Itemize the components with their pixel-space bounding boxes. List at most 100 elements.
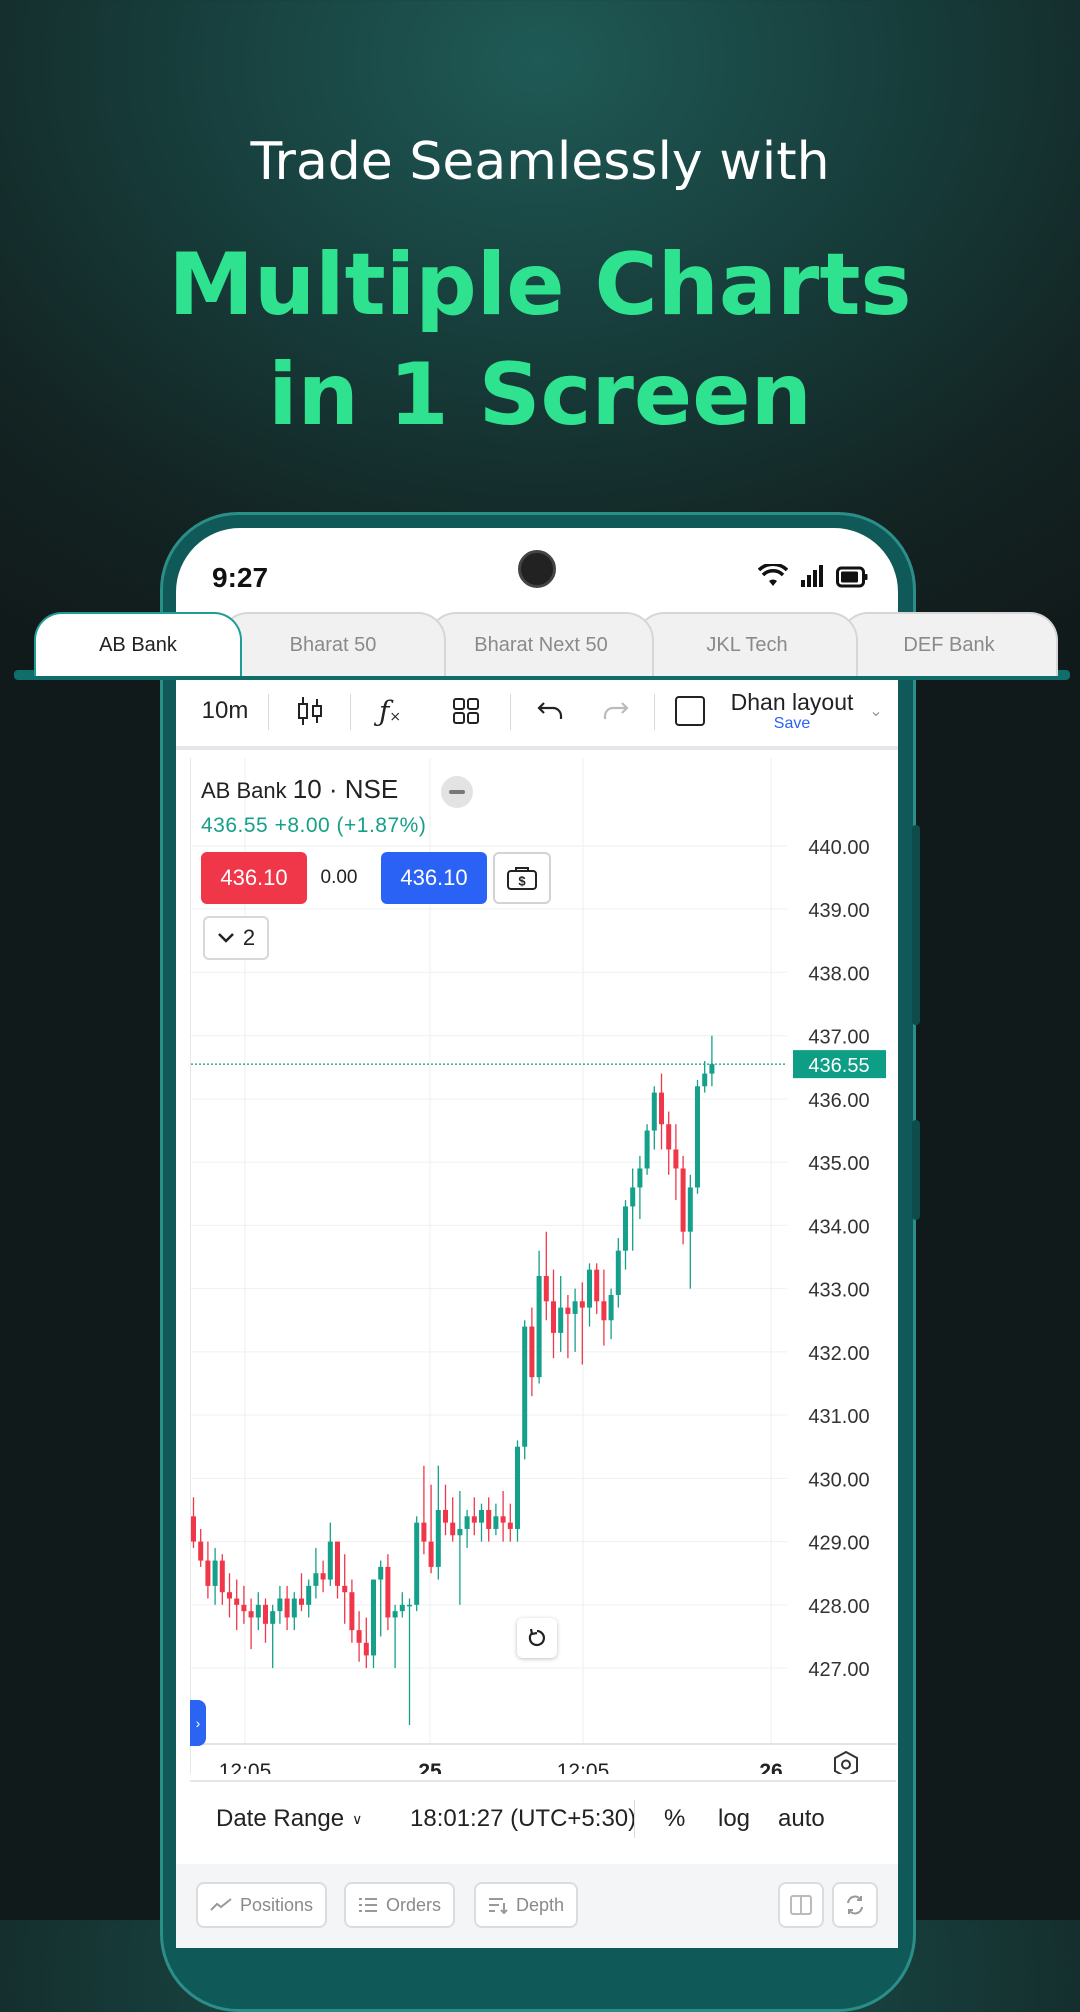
hide-legend-button[interactable] [441,776,473,808]
candle-body [493,1516,499,1529]
log-scale-toggle[interactable]: log [718,1782,750,1856]
tab-bharat-50[interactable]: Bharat 50 [220,612,446,676]
candle-body [428,1541,434,1567]
candle-body [342,1585,348,1593]
multi-chart-layout-button[interactable] [436,676,496,746]
candle-body [435,1509,441,1567]
candle-body [479,1509,484,1523]
indicator-count: 2 [242,925,256,950]
candlestick-icon [298,697,322,725]
last-price-label: 436.55 [808,1055,869,1077]
tab-jkl-tech[interactable]: JKL Tech [636,612,858,676]
candle-body [356,1630,362,1643]
candle-body [651,1092,657,1131]
y-tick-label: 427.00 [808,1659,869,1681]
candle-body [522,1326,528,1447]
redo-button[interactable] [586,676,646,746]
wifi-icon [758,564,788,586]
chart-toolbar: 10m ƒ× Dhan layout Save ⌄ [176,676,898,750]
chart-area[interactable]: 440.00 439.00 438.00 437.00 436.00 435.00 434.… [190,758,897,1774]
indicators-button[interactable]: ƒ× [360,676,420,746]
undo-button[interactable] [520,676,580,746]
x-tick-label: 26 [759,1760,782,1774]
symbol-name: AB Bank [201,778,287,803]
candle-body [363,1642,369,1656]
interval-selector[interactable]: 10m [190,676,260,746]
save-layout-link[interactable]: Save [774,715,810,733]
expand-panel-handle[interactable]: › [190,1700,206,1746]
candle-body [407,1604,412,1607]
split-layout-icon [790,1895,812,1915]
candle-body [471,1516,477,1523]
candle-body [515,1446,520,1529]
y-tick-label: 436.00 [808,1090,869,1112]
candle-body [486,1509,492,1529]
status-time: 9:27 [212,562,269,593]
candle-body [529,1326,535,1378]
candle-body [443,1509,448,1523]
cash-order-button[interactable]: $ [493,852,551,904]
auto-scale-toggle[interactable]: auto [778,1782,825,1856]
candle-body [270,1611,276,1624]
positions-icon [210,1898,232,1911]
candle-body [687,1187,693,1232]
candle-body [306,1585,312,1605]
candle-body [335,1541,340,1586]
candle-body [291,1598,297,1618]
indicators-toggle[interactable]: 2 [203,916,269,960]
layout-selector[interactable]: Dhan layout Save [716,676,868,746]
reset-chart-button[interactable] [517,1618,557,1658]
list-icon [359,1898,377,1912]
percent-scale-toggle[interactable]: % [664,1782,685,1856]
status-bar: 9:27 [176,528,898,608]
candle-body [385,1566,391,1618]
symbol-legend: AB Bank 10 · NSE [201,774,398,805]
date-range-selector[interactable]: Date Range ∨ [216,1782,362,1856]
date-range-label: Date Range [216,1805,345,1832]
candle-body [702,1073,708,1087]
depth-button[interactable]: Depth [474,1882,579,1928]
fullscreen-button[interactable] [664,676,716,746]
toolbar-divider [268,694,269,730]
y-tick-label: 437.00 [808,1027,869,1049]
tab-def-bank[interactable]: DEF Bank [840,612,1058,676]
front-camera [518,550,556,588]
axis-settings-icon [841,1759,851,1770]
chart-clock: 18:01:27 (UTC+5:30) [410,1805,637,1832]
tab-ab-bank[interactable]: AB Bank [34,612,242,676]
candle-body [399,1604,405,1612]
candle-body [313,1573,319,1586]
hero-title-line-1: Multiple Charts [168,235,912,335]
candle-body [248,1611,254,1618]
buy-button[interactable]: 436.10 [381,852,487,904]
chevron-down-icon [217,933,234,943]
candle-body [414,1522,420,1605]
hero-subtitle: Trade Seamlessly with [250,132,830,192]
candle-body [572,1301,578,1314]
redo-icon [603,702,629,719]
tab-bharat-next-50[interactable]: Bharat Next 50 [428,612,654,676]
svg-text:$: $ [518,874,526,889]
candle-body [630,1187,636,1207]
x-tick-label: 12:05 [219,1760,272,1774]
refresh-button[interactable] [832,1882,878,1928]
hero-title-line-2: in 1 Screen [268,345,812,445]
depth-label: Depth [516,1894,565,1915]
candle-body [205,1560,211,1586]
chevron-down-icon[interactable]: ⌄ [864,676,888,746]
interval-exchange: 10 · NSE [292,774,399,804]
layout-name: Dhan layout [730,689,854,715]
orders-button[interactable]: Orders [344,1882,456,1928]
candle-body [464,1516,470,1529]
sell-button[interactable]: 436.10 [201,852,307,904]
chart-type-button[interactable] [280,676,340,746]
signal-icon [801,565,823,587]
candle-body [637,1168,643,1188]
layout-toggle-button[interactable] [778,1882,824,1928]
candle-body [255,1604,261,1618]
candle-body [615,1250,621,1295]
candle-body [227,1592,232,1599]
positions-button[interactable]: Positions [196,1882,328,1928]
refresh-icon [847,1895,863,1915]
reset-icon [528,1628,545,1647]
